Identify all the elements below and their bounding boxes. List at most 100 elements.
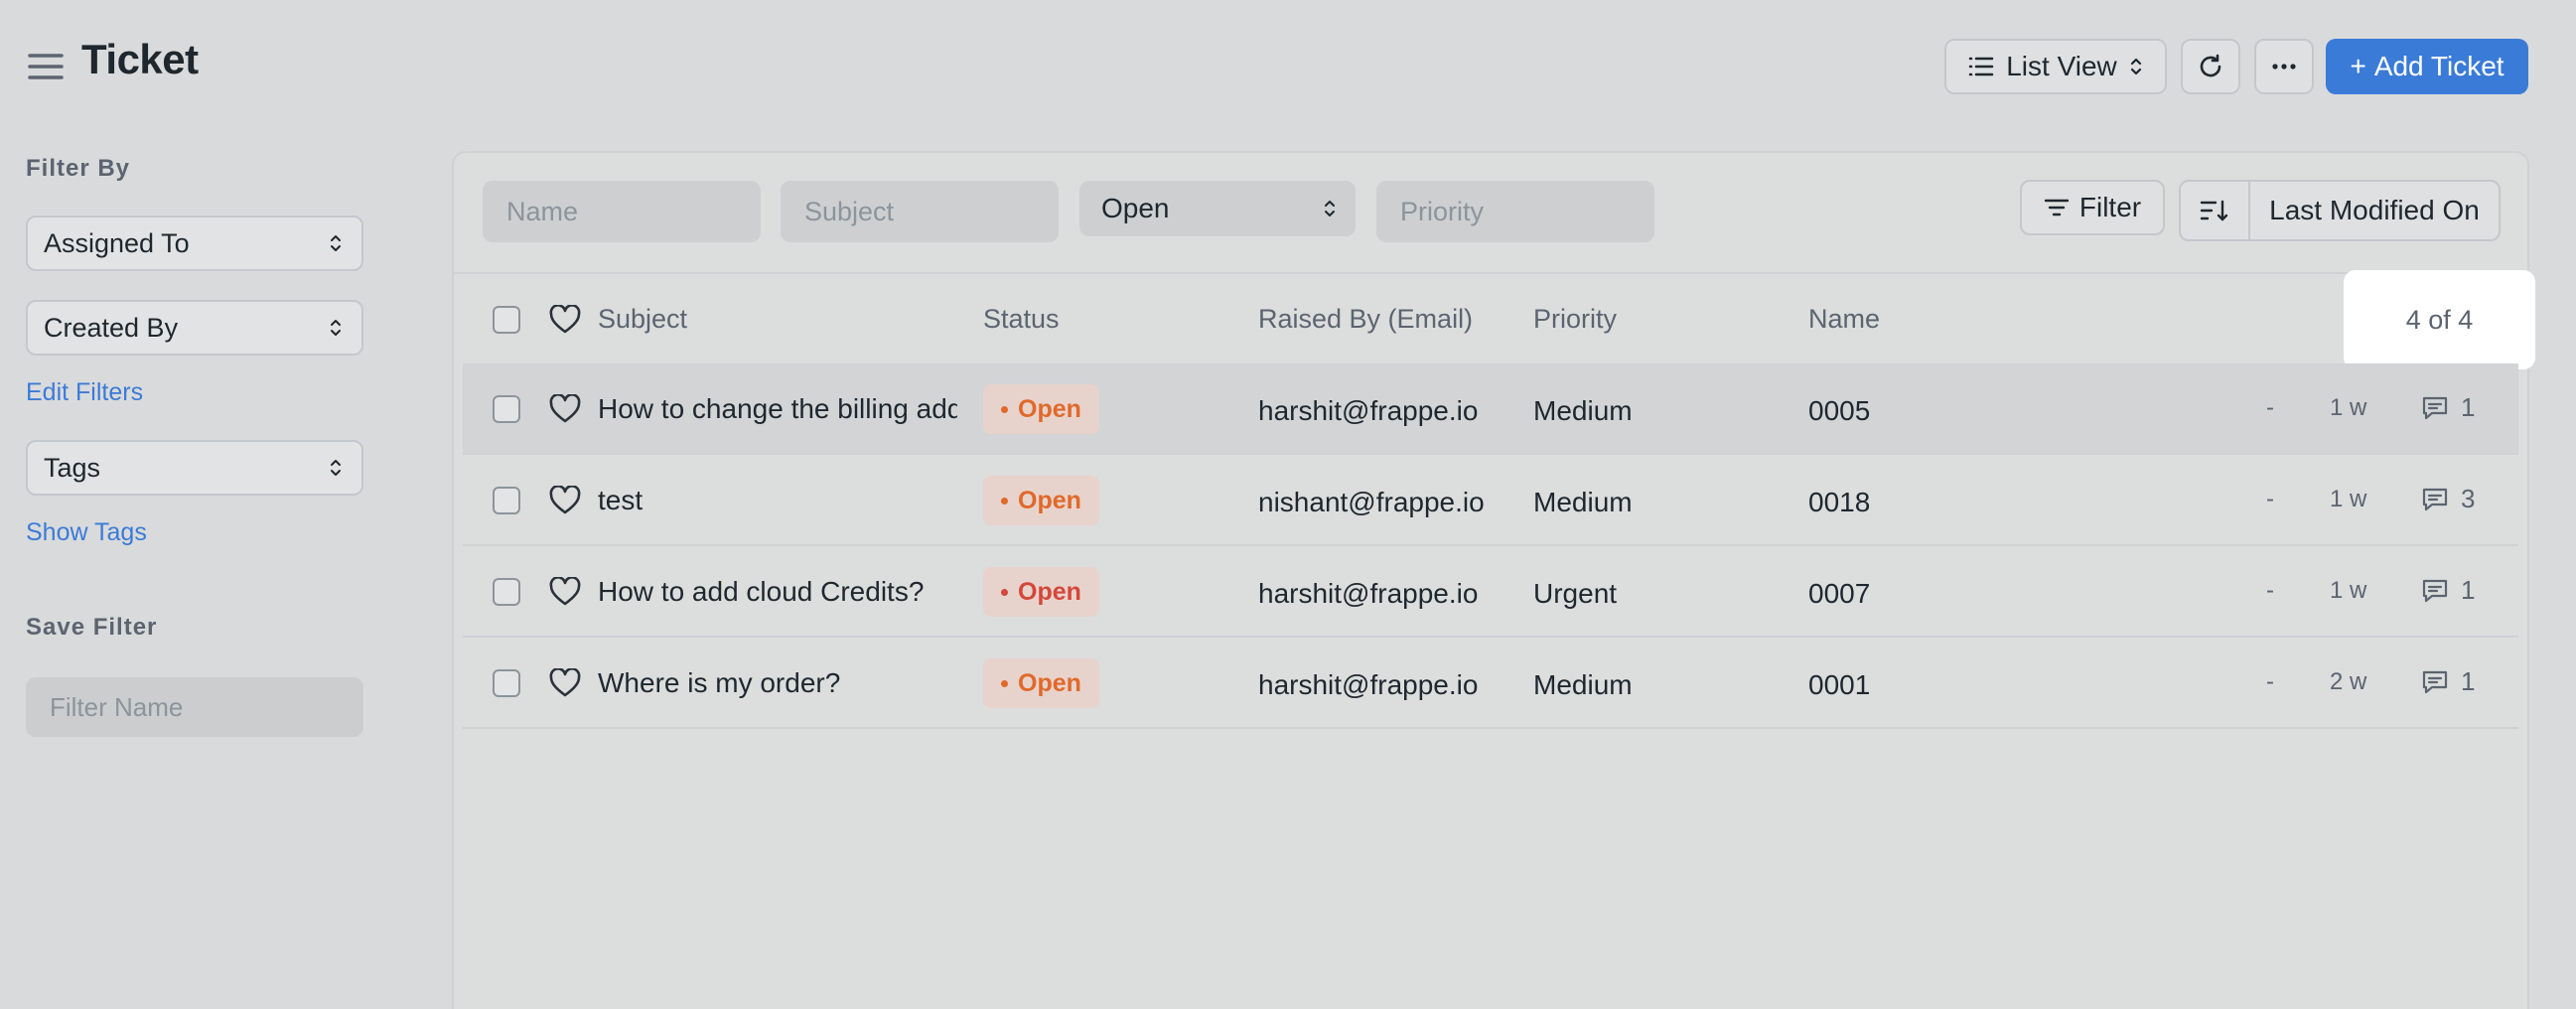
chevron-updown-icon (330, 317, 342, 339)
comment-icon (2421, 395, 2449, 421)
status-badge: Open (983, 384, 1099, 434)
row-divider (463, 544, 2518, 546)
name-filter-input[interactable] (483, 181, 761, 242)
status-filter-select[interactable]: Open (1079, 181, 1356, 236)
refresh-icon (2197, 53, 2224, 80)
comment-count-value: 1 (2461, 575, 2476, 605)
row-checkbox[interactable] (493, 487, 520, 514)
save-filter-heading: Save Filter (26, 614, 158, 641)
created-by-select[interactable]: Created By (26, 300, 363, 356)
priority-value: Medium (1533, 669, 1633, 700)
column-header-name[interactable]: Name (1808, 304, 1880, 335)
modified-age: 1 w (2330, 486, 2367, 512)
priority-value: Urgent (1533, 578, 1618, 609)
ticket-name: 0001 (1808, 669, 1871, 700)
ticket-subject[interactable]: How to add cloud Credits? (598, 576, 957, 608)
select-all-checkbox[interactable] (493, 306, 520, 334)
row-divider (463, 636, 2518, 638)
column-header-subject[interactable]: Subject (598, 304, 687, 335)
sort-field-button[interactable]: Last Modified On (2250, 182, 2499, 239)
status-filter-value: Open (1101, 193, 1170, 223)
comment-count-value: 1 (2461, 666, 2476, 696)
heart-icon[interactable] (549, 486, 581, 515)
heart-icon[interactable] (549, 305, 581, 335)
page-title: Ticket (81, 36, 199, 82)
toolbar-divider (454, 272, 2527, 274)
column-header-raised-by[interactable]: Raised By (Email) (1258, 304, 1473, 335)
row-checkbox[interactable] (493, 578, 520, 606)
assigned-value: - (2266, 668, 2274, 695)
plus-icon: + (2350, 51, 2366, 81)
created-by-label: Created By (44, 312, 179, 343)
column-header-priority[interactable]: Priority (1533, 304, 1617, 335)
row-checkbox[interactable] (493, 669, 520, 697)
subject-filter-input[interactable] (781, 181, 1059, 242)
list-view-label: List View (2006, 51, 2117, 81)
row-divider (463, 727, 2518, 729)
column-header-status[interactable]: Status (983, 304, 1060, 335)
status-badge-label: Open (1018, 486, 1081, 514)
chevron-updown-icon (330, 232, 342, 254)
tags-label: Tags (44, 452, 101, 483)
raised-by-email: harshit@frappe.io (1258, 395, 1479, 426)
comment-count-value: 3 (2461, 484, 2476, 513)
sort-control: Last Modified On (2179, 180, 2501, 241)
comment-count[interactable]: 3 (2421, 484, 2475, 514)
comment-count[interactable]: 1 (2421, 666, 2475, 697)
modified-age: 2 w (2330, 668, 2367, 695)
raised-by-email: harshit@frappe.io (1258, 669, 1479, 700)
edit-filters-link[interactable]: Edit Filters (26, 378, 143, 407)
record-count: 4 of 4 (2344, 270, 2535, 369)
priority-value: Medium (1533, 395, 1633, 426)
add-ticket-button[interactable]: + Add Ticket (2326, 39, 2528, 94)
comment-icon (2421, 578, 2449, 604)
status-badge: Open (983, 476, 1099, 525)
sort-direction-button[interactable] (2181, 182, 2250, 239)
more-icon (2271, 63, 2297, 71)
ticket-name: 0005 (1808, 395, 1871, 426)
modified-age: 1 w (2330, 394, 2367, 421)
chevron-updown-icon (2129, 56, 2143, 77)
tags-select[interactable]: Tags (26, 440, 363, 496)
comment-icon (2421, 487, 2449, 512)
filter-name-input[interactable] (26, 677, 363, 737)
ticket-subject[interactable]: How to change the billing address? (598, 393, 957, 425)
status-badge-label: Open (1018, 394, 1081, 423)
chevron-updown-icon (1324, 198, 1336, 219)
assigned-value: - (2266, 394, 2274, 421)
priority-value: Medium (1533, 487, 1633, 517)
status-badge-label: Open (1018, 577, 1081, 606)
more-options-button[interactable] (2254, 39, 2314, 94)
comment-count[interactable]: 1 (2421, 575, 2475, 606)
filter-button[interactable]: Filter (2020, 180, 2165, 235)
heart-icon[interactable] (549, 668, 581, 698)
ticket-subject[interactable]: Where is my order? (598, 667, 957, 699)
list-view-button[interactable]: List View (1944, 39, 2167, 94)
assigned-to-select[interactable]: Assigned To (26, 216, 363, 271)
filter-icon (2044, 197, 2070, 218)
modified-age: 1 w (2330, 577, 2367, 604)
filter-by-heading: Filter By (26, 155, 131, 182)
refresh-button[interactable] (2181, 39, 2240, 94)
status-badge: Open (983, 567, 1099, 617)
chevron-updown-icon (330, 457, 342, 479)
menu-icon[interactable] (28, 52, 64, 81)
comment-icon (2421, 669, 2449, 695)
assigned-value: - (2266, 486, 2274, 512)
assigned-to-label: Assigned To (44, 227, 190, 258)
filter-label: Filter (2078, 192, 2142, 222)
heart-icon[interactable] (549, 394, 581, 424)
ticket-subject[interactable]: test (598, 485, 957, 516)
heart-icon[interactable] (549, 577, 581, 607)
priority-filter-input[interactable] (1376, 181, 1654, 242)
list-icon (1968, 56, 1994, 77)
status-badge: Open (983, 658, 1099, 708)
assigned-value: - (2266, 577, 2274, 604)
ticket-name: 0007 (1808, 578, 1871, 609)
raised-by-email: nishant@frappe.io (1258, 487, 1485, 517)
add-ticket-label: Add Ticket (2373, 51, 2504, 81)
raised-by-email: harshit@frappe.io (1258, 578, 1479, 609)
comment-count[interactable]: 1 (2421, 392, 2475, 423)
show-tags-link[interactable]: Show Tags (26, 518, 147, 547)
row-checkbox[interactable] (493, 395, 520, 423)
